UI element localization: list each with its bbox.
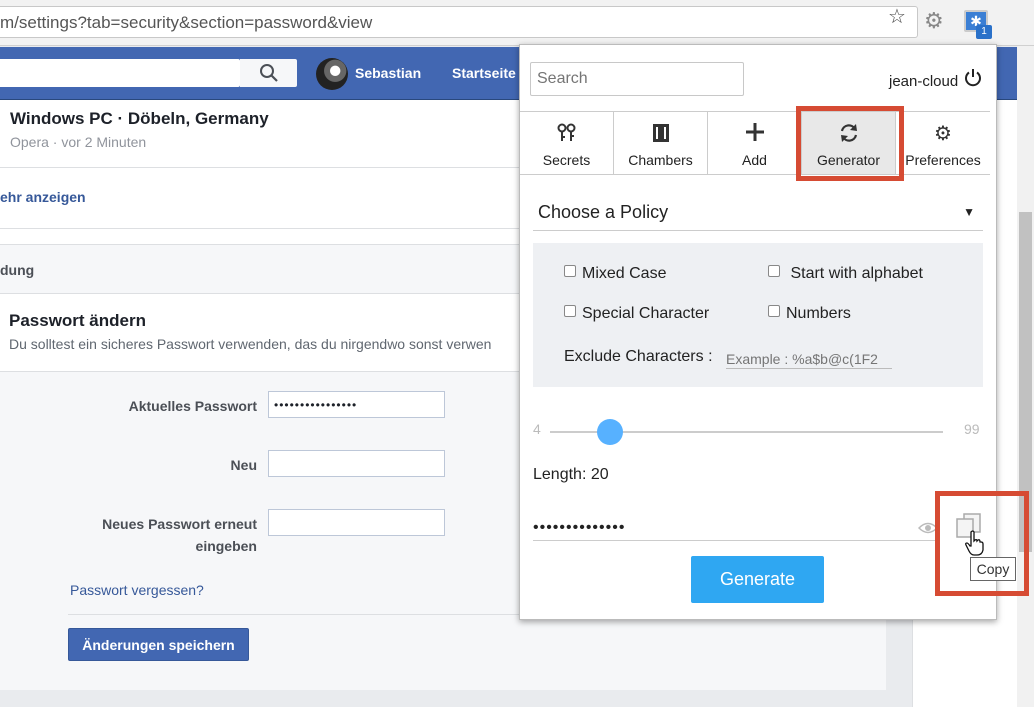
new-password-input[interactable] (268, 450, 445, 477)
checkbox-numbers[interactable] (768, 305, 780, 317)
option-label: Start with alphabet (790, 265, 923, 282)
avatar[interactable] (316, 58, 348, 90)
tab-chambers[interactable]: Chambers (614, 112, 708, 174)
checkbox-special-character[interactable] (564, 305, 576, 317)
save-changes-button[interactable]: Änderungen speichern (68, 628, 249, 661)
forgot-password-link[interactable]: Passwort vergessen? (70, 582, 204, 598)
power-icon[interactable] (963, 68, 983, 88)
popup-username: jean-cloud (889, 73, 959, 90)
change-password-description: Du solltest ein sicheres Passwort verwen… (9, 336, 492, 352)
home-link[interactable]: Startseite (452, 65, 516, 81)
option-mixed-case[interactable]: Mixed Case (564, 265, 666, 283)
search-icon (259, 64, 278, 82)
extension-gear-icon[interactable]: ⚙ (924, 10, 944, 32)
extension-popup: jean-cloud Secrets (519, 44, 997, 620)
tab-label: Secrets (542, 152, 591, 168)
profile-link[interactable]: Sebastian (355, 65, 421, 81)
generated-password-field[interactable]: •••••••••••••• (533, 515, 938, 541)
slider-min-label: 4 (533, 421, 541, 437)
dropdown-arrow-icon: ▼ (963, 205, 975, 219)
address-bar[interactable]: m/settings?tab=security&section=password… (0, 6, 918, 38)
plus-icon (708, 122, 801, 146)
keys-icon (520, 122, 613, 146)
bookmark-star-icon[interactable]: ☆ (888, 4, 906, 29)
fb-search-input[interactable] (0, 59, 240, 87)
tab-secrets[interactable]: Secrets (520, 112, 614, 174)
popup-tabs: Secrets Chambers Add Generator ⚙ Prefere… (520, 111, 990, 175)
checkbox-start-alphabet[interactable] (768, 265, 780, 277)
option-label: Numbers (786, 305, 851, 322)
tab-label: Chambers (628, 152, 693, 168)
extension-badge: 1 (976, 25, 992, 39)
show-more-link[interactable]: ehr anzeigen (0, 189, 86, 205)
popup-search-input[interactable] (530, 62, 744, 96)
gear-icon: ⚙ (934, 123, 952, 145)
session-title: Windows PC · Döbeln, Germany (10, 109, 269, 128)
url-text: m/settings?tab=security&section=password… (0, 13, 373, 32)
change-password-title: Passwort ändern (9, 311, 146, 330)
option-label: Mixed Case (582, 265, 667, 282)
session-subtitle: Opera · vor 2 Minuten (10, 134, 147, 150)
tab-preferences[interactable]: ⚙ Preferences (896, 112, 990, 174)
option-label: Special Character (582, 305, 710, 322)
fb-search-button[interactable] (240, 59, 297, 87)
generate-button[interactable]: Generate (691, 556, 824, 603)
option-start-alphabet[interactable]: Start with alphabet (768, 265, 923, 283)
current-password-label: Aktuelles Passwort (128, 398, 257, 414)
new-password-label: Neu (230, 457, 257, 473)
policy-select[interactable]: Choose a Policy ▼ (533, 195, 983, 231)
option-numbers[interactable]: Numbers (768, 305, 851, 323)
generator-options: Mixed Case Start with alphabet Special C… (533, 243, 983, 387)
option-special-character[interactable]: Special Character (564, 305, 709, 323)
section-label: dung (0, 262, 35, 278)
tab-label: Preferences (905, 152, 981, 168)
browser-toolbar: m/settings?tab=security&section=password… (0, 0, 1034, 46)
repeat-password-input[interactable] (268, 509, 445, 536)
current-password-input[interactable]: •••••••••••••••• (268, 391, 445, 418)
checkbox-mixed-case[interactable] (564, 265, 576, 277)
highlight-copy (935, 491, 1029, 596)
exclude-characters-label: Exclude Characters : (564, 348, 713, 365)
highlight-generator-tab (796, 106, 904, 181)
repeat-password-label-line1: Neues Passwort erneut (102, 516, 257, 532)
slider-max-label: 99 (964, 421, 980, 437)
chamber-icon (614, 122, 707, 146)
length-slider-thumb[interactable] (597, 419, 623, 445)
length-label: Length: 20 (533, 466, 609, 483)
policy-select-value: Choose a Policy (538, 202, 669, 222)
exclude-characters-input[interactable] (726, 349, 892, 369)
repeat-password-label-line2: eingeben (195, 538, 257, 554)
tab-add[interactable]: Add (708, 112, 802, 174)
tab-label: Add (742, 152, 767, 168)
